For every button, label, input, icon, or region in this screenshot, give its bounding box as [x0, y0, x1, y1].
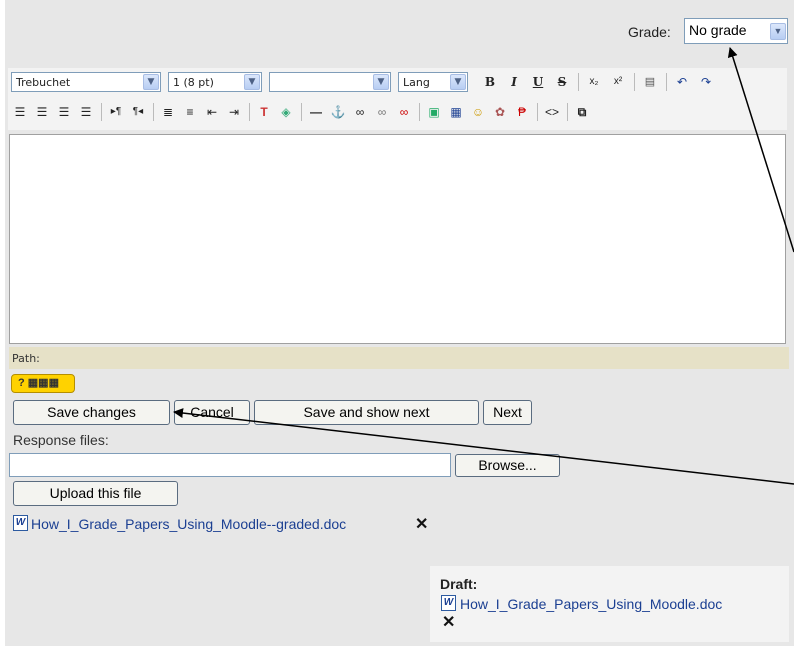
annotation-arrows: [173, 47, 794, 485]
annotation-arrow-save: [173, 408, 794, 485]
annotation-arrow-grade: [727, 47, 794, 253]
